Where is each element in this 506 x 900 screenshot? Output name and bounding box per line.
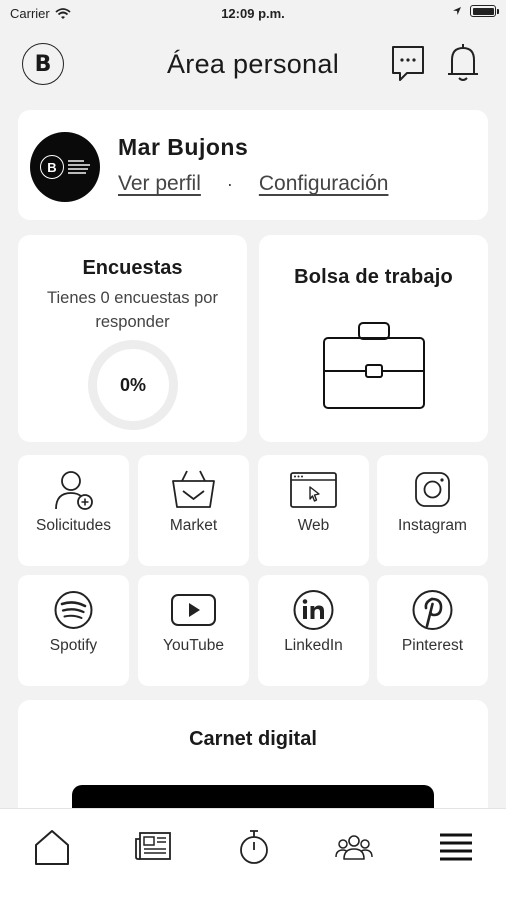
- surveys-percent: 0%: [119, 374, 146, 395]
- news-icon[interactable]: [134, 827, 174, 867]
- tile-web[interactable]: Web: [258, 455, 369, 566]
- tile-linkedin[interactable]: LinkedIn: [258, 575, 369, 686]
- briefcase-icon: [323, 322, 425, 409]
- stopwatch-icon[interactable]: [234, 827, 274, 867]
- tile-label: Web: [297, 517, 330, 534]
- battery-icon: [470, 5, 499, 17]
- tile-pinterest[interactable]: Pinterest: [377, 575, 488, 686]
- job-board-card[interactable]: Bolsa de trabajo: [259, 235, 488, 442]
- tile-solicitudes[interactable]: Solicitudes: [18, 455, 129, 566]
- job-board-title: Bolsa de trabajo: [294, 266, 453, 288]
- home-icon[interactable]: [32, 827, 72, 867]
- tile-label: Market: [169, 517, 218, 534]
- community-icon[interactable]: [334, 827, 374, 867]
- tile-label: YouTube: [163, 637, 224, 654]
- view-profile-link[interactable]: Ver perfil: [118, 172, 201, 196]
- tile-youtube[interactable]: YouTube: [138, 575, 249, 686]
- browser-icon: [290, 472, 337, 508]
- pinterest-icon: [412, 590, 453, 630]
- spotify-icon: [54, 591, 93, 629]
- bell-icon[interactable]: [444, 42, 482, 84]
- user-add-icon: [55, 471, 93, 510]
- status-bar: Carrier 12:09 p.m.: [0, 0, 506, 26]
- menu-icon[interactable]: [436, 827, 476, 867]
- tile-label: Instagram: [398, 517, 467, 534]
- surveys-card[interactable]: Encuestas Tienes 0 encuestas por respond…: [18, 235, 247, 442]
- profile-card: B Mar Bujons Ver perfil · Configuración: [18, 110, 488, 220]
- settings-link[interactable]: Configuración: [259, 172, 389, 196]
- surveys-text: Tienes 0 encuestas por responder: [47, 289, 218, 331]
- profile-name: Mar Bujons: [118, 134, 249, 160]
- tile-instagram[interactable]: Instagram: [377, 455, 488, 566]
- surveys-progress-ring: 0%: [88, 340, 178, 430]
- status-time: 12:09 p.m.: [221, 6, 285, 21]
- avatar[interactable]: B: [30, 132, 100, 202]
- tile-label: Pinterest: [401, 637, 464, 654]
- youtube-icon: [171, 594, 216, 626]
- tile-label: Solicitudes: [36, 517, 111, 534]
- tile-label: LinkedIn: [284, 637, 343, 654]
- link-separator: ·: [226, 173, 233, 194]
- avatar-logo-icon: B: [40, 155, 64, 179]
- page-title: Área personal: [166, 49, 339, 79]
- instagram-icon: [415, 472, 450, 507]
- linkedin-icon: [293, 590, 334, 630]
- basket-icon: [172, 470, 215, 508]
- digital-card-title: Carnet digital: [189, 728, 317, 750]
- tab-bar: [0, 808, 506, 900]
- location-icon: [453, 7, 461, 15]
- app-header: B Área personal: [0, 36, 506, 96]
- tile-market[interactable]: Market: [138, 455, 249, 566]
- chat-icon[interactable]: [390, 44, 426, 84]
- tile-spotify[interactable]: Spotify: [18, 575, 129, 686]
- tile-label: Spotify: [49, 637, 98, 654]
- surveys-title: Encuestas: [82, 257, 183, 279]
